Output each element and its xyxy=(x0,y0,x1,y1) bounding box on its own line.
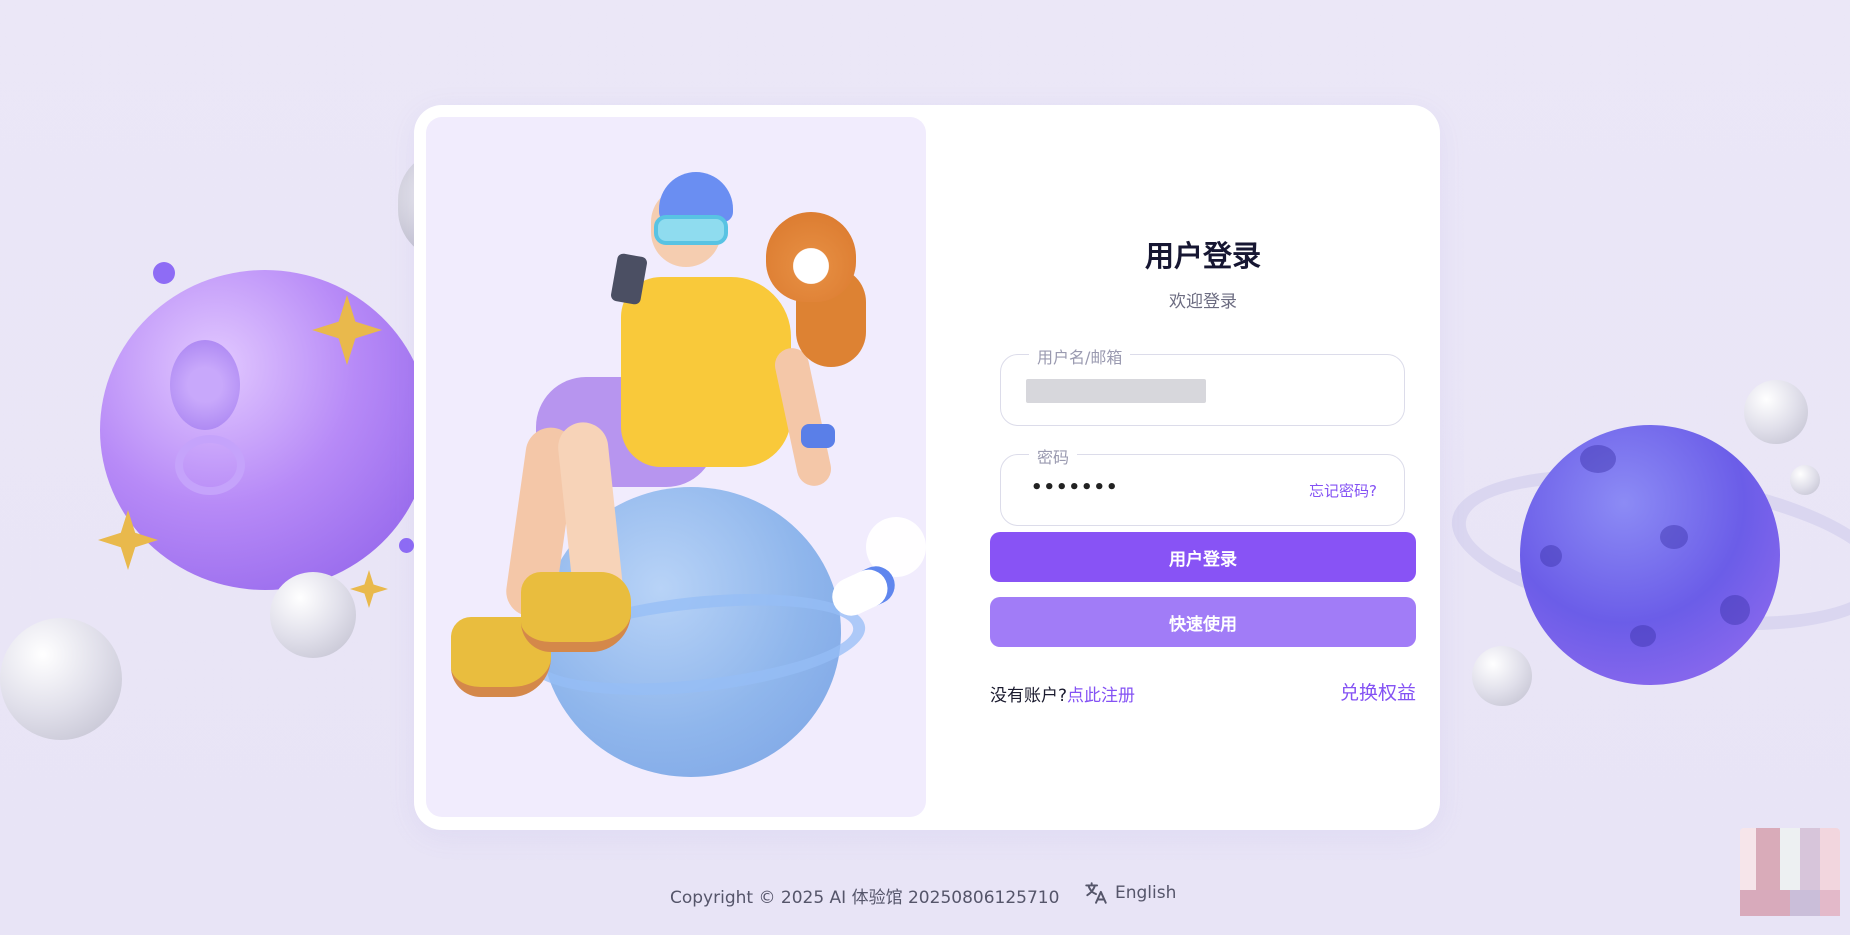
decorative-dot xyxy=(153,262,175,284)
username-label: 用户名/邮箱 xyxy=(1029,344,1131,368)
no-account-text: 没有账户? xyxy=(990,686,1068,706)
account-links: 没有账户?点此注册 兑换权益 xyxy=(990,678,1416,706)
decorative-sphere xyxy=(1472,646,1532,706)
illustration-goggles xyxy=(654,215,728,245)
register-link[interactable]: 点此注册 xyxy=(1067,686,1135,706)
login-button[interactable]: 用户登录 xyxy=(990,532,1416,582)
password-value: ••••••• xyxy=(1031,477,1119,498)
decorative-sphere xyxy=(1790,465,1820,495)
quick-use-button[interactable]: 快速使用 xyxy=(990,597,1416,647)
corner-floating-widget[interactable] xyxy=(1740,828,1840,916)
illustration-shirt xyxy=(621,277,791,467)
copyright-text: Copyright © 2025 AI 体验馆 20250806125710 xyxy=(670,888,1060,908)
no-account-prompt: 没有账户?点此注册 xyxy=(990,681,1135,706)
login-form: 用户登录 欢迎登录 用户名/邮箱 密码 ••••••• 忘记密码? 用户登录 快… xyxy=(990,105,1416,830)
login-card: 用户登录 欢迎登录 用户名/邮箱 密码 ••••••• 忘记密码? 用户登录 快… xyxy=(414,105,1440,830)
illustration-watch xyxy=(801,424,835,448)
footer: Copyright © 2025 AI 体验馆 20250806125710 E… xyxy=(0,880,1850,908)
password-label: 密码 xyxy=(1029,444,1078,468)
redeem-benefits-link[interactable]: 兑换权益 xyxy=(1340,678,1416,705)
password-field[interactable]: 密码 ••••••• 忘记密码? xyxy=(1000,444,1405,526)
language-switcher[interactable]: English xyxy=(1083,880,1176,906)
illustration-dog xyxy=(766,212,856,302)
illustration-shoe xyxy=(521,572,631,652)
decorative-blue-planet xyxy=(1520,425,1780,685)
forgot-password-link[interactable]: 忘记密码? xyxy=(1309,480,1377,501)
decorative-sphere xyxy=(0,618,122,740)
planet-crater xyxy=(175,435,245,495)
language-label: English xyxy=(1115,883,1177,903)
login-subtitle: 欢迎登录 xyxy=(1169,292,1237,312)
translate-icon xyxy=(1085,882,1107,904)
hero-illustration xyxy=(426,117,926,817)
login-title: 用户登录 xyxy=(1144,239,1261,273)
decorative-star xyxy=(350,570,388,608)
decorative-sphere xyxy=(270,572,356,658)
username-field[interactable]: 用户名/邮箱 xyxy=(1000,344,1405,426)
decorative-sphere xyxy=(1744,380,1808,444)
decorative-dot xyxy=(399,538,414,553)
planet-crater xyxy=(170,340,240,430)
username-value-redacted xyxy=(1026,379,1206,403)
